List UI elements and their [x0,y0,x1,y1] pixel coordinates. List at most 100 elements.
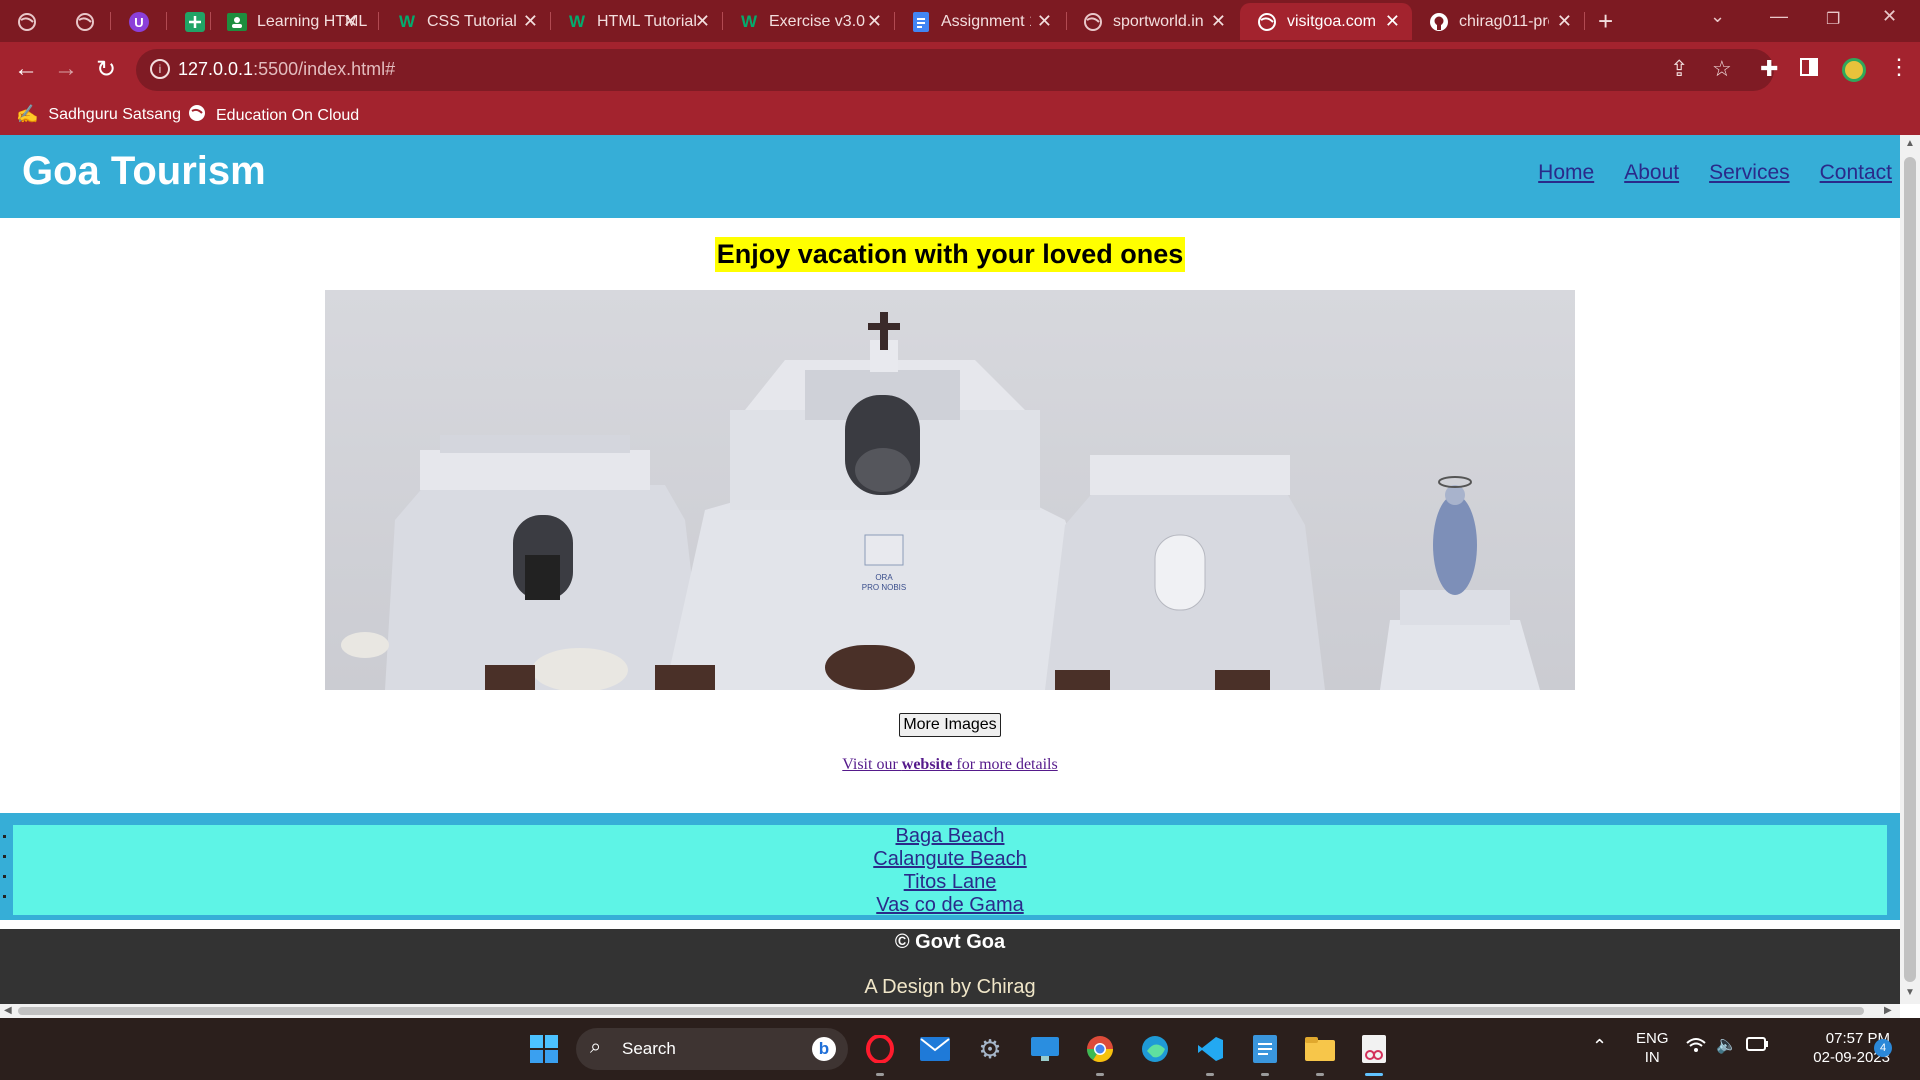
address-bar[interactable]: i 127.0.0.1:5500/index.html# ⇪ ☆ [136,49,1774,91]
visit-text[interactable]: Visit our website for more details [0,756,1900,774]
nav-services-link[interactable]: Services [1709,161,1790,185]
notepad-icon[interactable] [1249,1033,1281,1065]
globe-icon [1083,12,1103,32]
close-icon[interactable]: ✕ [343,11,358,32]
place-link-titos[interactable]: Titos Lane [904,871,997,893]
tab-pinned-1[interactable] [0,3,60,40]
close-icon[interactable]: ✕ [695,11,710,32]
hero-image: ORA PRO NOBIS [325,290,1575,690]
settings-icon[interactable]: ⚙ [974,1033,1006,1065]
classroom-icon [227,12,247,32]
close-icon[interactable]: ✕ [1211,11,1226,32]
puzzle-icon[interactable]: ✚ [1760,56,1778,82]
w3schools-icon: W [740,11,758,31]
site-header: Goa Tourism Home About Services Contact [0,135,1900,218]
chevron-down-icon[interactable]: ⌄ [1710,6,1725,27]
windows-start-icon[interactable] [528,1033,560,1065]
file-explorer-icon[interactable] [1304,1033,1336,1065]
tab-visitgoa[interactable]: visitgoa.com ✕ [1240,3,1412,40]
website-link[interactable]: website [902,756,953,773]
places-list-container: Baga Beach Calangute Beach Titos Lane Va… [13,825,1887,917]
horizontal-scrollbar[interactable]: ◀ ▶ [0,1004,1900,1018]
opera-icon[interactable] [864,1033,896,1065]
scroll-left-icon[interactable]: ◀ [4,1005,12,1016]
list-item: Titos Lane [13,871,1887,894]
tab-sportworld[interactable]: sportworld.in ✕ [1066,3,1238,40]
kebab-menu-icon[interactable]: ⋮ [1888,54,1910,80]
profile-avatar[interactable] [1842,58,1866,82]
info-icon[interactable]: i [150,59,170,79]
church-photo: ORA PRO NOBIS [325,290,1575,690]
restore-button[interactable]: ❐ [1826,9,1840,29]
desktop-icon[interactable] [1029,1033,1061,1065]
vertical-scrollbar[interactable]: ▲ ▼ [1900,135,1920,1004]
bookmark-sadhguru[interactable]: ✍ Sadhguru Satsang [16,104,181,125]
tab-learning-html[interactable]: Learning HTML ✕ [210,3,370,40]
nav-home-link[interactable]: Home [1538,161,1594,185]
side-panel-icon[interactable] [1800,56,1818,82]
chrome-icon[interactable] [1084,1033,1116,1065]
close-icon[interactable]: ✕ [1385,11,1400,32]
place-link-vasco[interactable]: Vas co de Gama [876,894,1023,916]
tab-title: CSS Tutorial [427,12,517,30]
close-icon[interactable]: ✕ [1037,11,1052,32]
taskbar-search[interactable]: ⌕ Search b [576,1028,848,1070]
nav-contact-link[interactable]: Contact [1820,161,1892,185]
tab-pinned-3[interactable]: U [112,3,164,40]
tab-assignment[interactable]: Assignment 1 ✕ [894,3,1064,40]
forward-button[interactable]: → [52,55,80,83]
place-link-baga[interactable]: Baga Beach [896,825,1005,847]
bookmark-label: Sadhguru Satsang [48,105,181,123]
scroll-down-icon[interactable]: ▼ [1905,987,1915,998]
windows-taskbar: ⌕ Search b ⚙ ⌃ ENG IN 🔈 07:57 PM 02-09-2… [0,1018,1920,1080]
reload-button[interactable]: ↻ [92,55,120,84]
edge-icon[interactable] [1139,1033,1171,1065]
scroll-thumb[interactable] [1904,157,1916,982]
globe-icon [75,12,95,32]
tab-html-tutorial[interactable]: W HTML Tutorial ✕ [550,3,722,40]
notification-badge[interactable]: 4 [1874,1039,1892,1057]
bing-icon[interactable]: b [812,1037,836,1061]
star-icon[interactable]: ☆ [1712,56,1732,82]
language-indicator[interactable]: ENG IN [1636,1029,1669,1067]
chevron-up-icon[interactable]: ⌃ [1592,1036,1607,1057]
github-icon [1429,12,1449,32]
url-text[interactable]: 127.0.0.1:5500/index.html# [178,59,395,80]
volume-icon[interactable]: 🔈 [1716,1035,1737,1055]
wifi-icon[interactable] [1686,1037,1706,1057]
browser-toolbar: ← → ↻ i 127.0.0.1:5500/index.html# ⇪ ☆ ✚… [0,42,1920,97]
place-link-calangute[interactable]: Calangute Beach [873,848,1026,870]
search-icon: ⌕ [590,1036,602,1058]
close-icon[interactable]: ✕ [867,11,882,32]
bookmark-education[interactable]: Education On Cloud [188,104,359,127]
close-icon[interactable]: ✕ [523,11,538,32]
site-footer: © Govt Goa A Design by Chirag [0,929,1900,1004]
copyright-text: © Govt Goa [894,931,1006,953]
minimize-button[interactable]: — [1770,6,1788,27]
close-window-button[interactable]: ✕ [1882,6,1897,27]
close-icon[interactable]: ✕ [1557,11,1572,32]
nav-about-link[interactable]: About [1624,161,1679,185]
tab-css-tutorial[interactable]: W CSS Tutorial ✕ [380,3,550,40]
places-section: Baga Beach Calangute Beach Titos Lane Va… [0,813,1900,920]
mail-icon[interactable] [919,1033,951,1065]
battery-icon[interactable] [1746,1037,1768,1055]
vscode-icon[interactable] [1194,1033,1226,1065]
scroll-up-icon[interactable]: ▲ [1905,138,1915,149]
tab-pinned-2[interactable] [58,3,108,40]
scroll-right-icon[interactable]: ▶ [1884,1005,1892,1016]
tab-github[interactable]: chirag011-pro ✕ [1412,3,1584,40]
more-images-container: More Images [0,713,1900,737]
tab-exercise[interactable]: W Exercise v3.0 ✕ [722,3,894,40]
share-icon[interactable]: ⇪ [1670,56,1688,82]
snipping-tool-icon[interactable] [1359,1033,1391,1065]
headline: Enjoy vacation with your loved ones [714,237,1186,272]
scroll-thumb[interactable] [18,1007,1864,1015]
tab-pinned-4[interactable] [168,3,214,40]
new-tab-button[interactable]: + [1598,6,1613,37]
headline-container: Enjoy vacation with your loved ones [0,237,1900,272]
tab-title: sportworld.in [1113,12,1204,30]
list-item: Vas co de Gama [13,894,1887,917]
more-images-button[interactable]: More Images [899,713,1001,737]
back-button[interactable]: ← [12,55,40,83]
